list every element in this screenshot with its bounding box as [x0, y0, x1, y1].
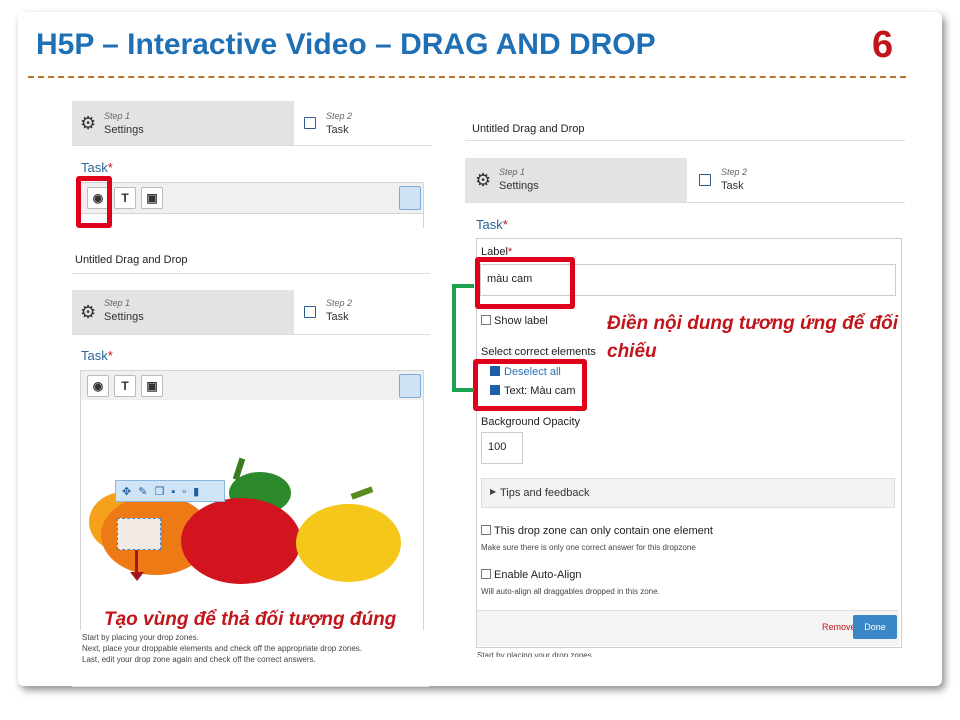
left-task-heading: Task* [81, 348, 113, 363]
yellow-pepper-right [296, 504, 401, 582]
left-top-toolbar: ◉ T ▣ [80, 182, 424, 214]
drag-drop-canvas[interactable]: ✥✎❐▪▫▮ [80, 400, 424, 630]
copy-icon[interactable]: ❐ [154, 486, 171, 498]
image-tool-icon[interactable]: ▣ [141, 375, 163, 397]
done-button[interactable]: Done [853, 615, 897, 639]
right-dd-title: Untitled Drag and Drop [472, 123, 585, 135]
single-element-checkbox[interactable]: This drop zone can only contain one elem… [481, 525, 713, 537]
highlight-circle-tool [76, 176, 112, 228]
arrow-shaft [135, 550, 138, 574]
title-divider [28, 76, 906, 78]
right-stepbar: ⚙ Step 1 Settings Step 2 Task [465, 158, 905, 203]
left-top-task-heading: Task* [81, 160, 113, 175]
select-correct-label: Select correct elements [481, 346, 596, 358]
circle-tool-icon[interactable]: ◉ [87, 375, 109, 397]
red-pepper [181, 498, 301, 584]
show-label-checkbox[interactable]: Show label [481, 315, 548, 327]
edit-icon[interactable]: ✎ [138, 486, 154, 498]
remove-button[interactable]: Remove [822, 622, 856, 632]
task-box-icon [304, 117, 316, 129]
left-top-stepbar: ⚙ Step 1 Settings Step 2 Task [72, 101, 432, 146]
single-element-desc: Make sure there is only one correct answ… [481, 543, 696, 552]
text-tool-button[interactable]: T [114, 375, 136, 397]
checkbox-icon[interactable] [481, 569, 491, 579]
auto-align-desc: Will auto-align all draggables dropped i… [481, 587, 660, 596]
left-bottom-edge [72, 686, 430, 687]
left-dd-title-divider [72, 273, 430, 274]
task-box-icon [304, 306, 316, 318]
right-footer-text: Start by placing your drop zones. [477, 651, 594, 657]
auto-align-checkbox[interactable]: Enable Auto-Align [481, 569, 581, 581]
task-box-icon [699, 174, 711, 186]
right-dd-divider [465, 140, 905, 141]
slide-title: H5P – Interactive Video – DRAG AND DROP [36, 28, 656, 61]
left-toolbar: ◉ T ▣ [80, 370, 424, 402]
left-stepbar: ⚙ Step 1 Settings Step 2 Task [72, 290, 430, 335]
left-dd-title: Untitled Drag and Drop [75, 254, 188, 266]
clipboard-icon[interactable] [399, 186, 421, 210]
step-settings[interactable]: ⚙ Step 1 Settings [72, 101, 294, 145]
left-instructions: Start by placing your drop zones. Next, … [82, 633, 363, 664]
bg-opacity-input[interactable]: 100 [481, 432, 523, 464]
step-task[interactable]: Step 2 Task [687, 158, 905, 202]
step-task[interactable]: Step 2 Task [294, 290, 430, 334]
bg-opacity-label: Background Opacity [481, 416, 581, 428]
page-number: 6 [872, 24, 894, 66]
clipboard-icon[interactable] [399, 374, 421, 398]
text-tool-button[interactable]: T [114, 187, 136, 209]
annotation-fill-content: Điền nội dung tương ứng để đối chiếu [607, 313, 899, 362]
pepper-stem-2 [350, 486, 374, 500]
tips-feedback-toggle[interactable]: ▶ Tips and feedback [481, 478, 895, 508]
checkbox-icon[interactable] [481, 315, 491, 325]
step-settings[interactable]: ⚙ Step 1 Settings [72, 290, 294, 334]
right-task-heading: Task* [476, 217, 508, 232]
green-connector [452, 284, 474, 392]
gear-icon: ⚙ [80, 302, 97, 322]
annotation-create-zone: Tạo vùng để thả đối tượng đúng [104, 609, 397, 630]
highlight-label-input [475, 257, 575, 309]
move-icon[interactable]: ✥ [122, 486, 138, 498]
dropzone-toolbar: ✥✎❐▪▫▮ [115, 480, 225, 502]
image-tool-icon[interactable]: ▣ [141, 187, 163, 209]
gear-icon: ⚙ [80, 113, 97, 133]
left-top-canvas-edge [80, 212, 424, 228]
delete-icon[interactable]: ▮ [193, 486, 206, 498]
arrow-head [130, 572, 144, 581]
paste-icon[interactable]: ▪ [171, 486, 182, 498]
gear-icon: ⚙ [475, 170, 492, 190]
step-task[interactable]: Step 2 Task [294, 101, 432, 145]
copy2-icon[interactable]: ▫ [182, 486, 193, 498]
chevron-right-icon: ▶ [490, 487, 497, 496]
drop-zone[interactable] [117, 518, 161, 550]
step-settings[interactable]: ⚙ Step 1 Settings [465, 158, 687, 202]
highlight-correct-elements [473, 359, 587, 411]
checkbox-icon[interactable] [481, 525, 491, 535]
